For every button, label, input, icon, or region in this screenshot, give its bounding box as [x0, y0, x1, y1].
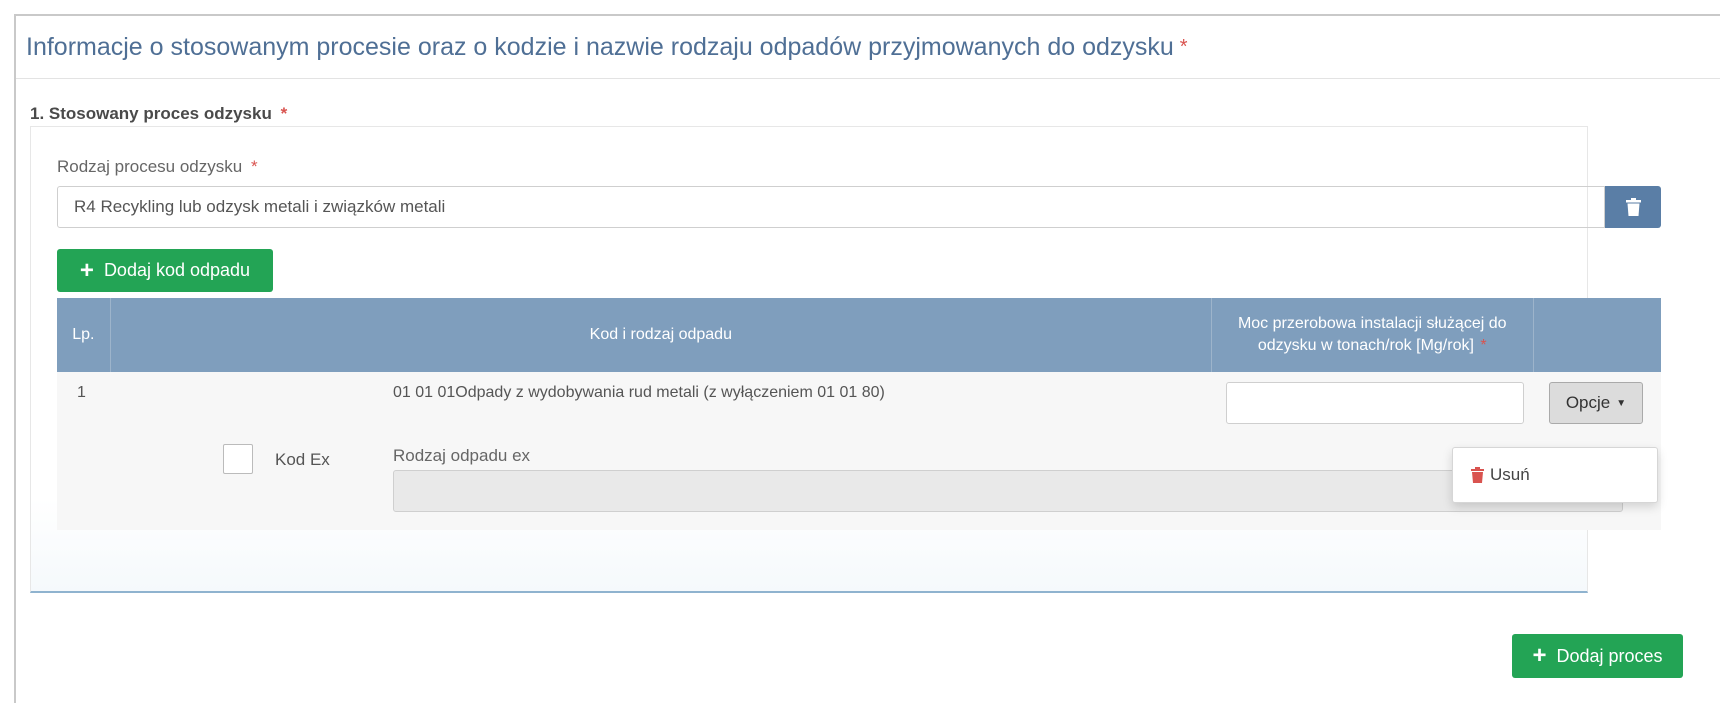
trash-icon	[1471, 467, 1484, 483]
ex-waste-label: Rodzaj odpadu ex	[393, 446, 531, 465]
required-mark: *	[1480, 337, 1487, 354]
trash-icon	[1625, 198, 1641, 216]
header-capacity: Moc przerobowa instalacji służącej do od…	[1211, 298, 1534, 372]
row-lp: 1	[77, 384, 86, 401]
panel-heading: Informacje o stosowanym procesie oraz o …	[16, 16, 1720, 79]
required-mark: *	[250, 157, 258, 176]
delete-process-button[interactable]	[1605, 186, 1661, 228]
capacity-input[interactable]	[1226, 382, 1524, 424]
process-label: Rodzaj procesu odzysku *	[57, 157, 258, 177]
header-code: Kod i rodzaj odpadu	[110, 298, 1212, 372]
header-actions	[1533, 298, 1661, 372]
required-mark: *	[280, 104, 288, 123]
section-title: 1. Stosowany proces odzysku *	[30, 104, 287, 124]
panel-title: Informacje o stosowanym procesie oraz o …	[26, 32, 1174, 61]
process-input[interactable]: R4 Recykling lub odzysk metali i związkó…	[57, 186, 1605, 228]
options-label: Opcje	[1565, 393, 1611, 412]
add-code-button[interactable]: + Dodaj kod odpadu	[57, 249, 273, 292]
add-process-label: Dodaj proces	[1556, 645, 1663, 666]
plus-icon: +	[79, 256, 94, 284]
waste-table: Lp. Kod i rodzaj odpadu Moc przerobowa i…	[57, 298, 1661, 530]
ex-waste-input[interactable]	[393, 470, 1623, 512]
kod-ex-label: Kod Ex	[275, 450, 330, 469]
process-panel: Rodzaj procesu odzysku * R4 Recykling lu…	[30, 126, 1661, 593]
process-value: R4 Recykling lub odzysk metali i związkó…	[74, 197, 446, 216]
section-title-text: 1. Stosowany proces odzysku	[30, 104, 272, 123]
options-dropdown-item-delete[interactable]: Usuń	[1452, 447, 1658, 503]
options-button[interactable]: Opcje ▼	[1549, 382, 1643, 424]
delete-label: Usuń	[1490, 465, 1530, 484]
header-capacity-text: Moc przerobowa instalacji służącej do od…	[1237, 315, 1507, 354]
table-row: 1 01 01 01Odpady z wydobywania rud metal…	[57, 372, 1661, 530]
plus-icon: +	[1532, 642, 1547, 669]
process-label-text: Rodzaj procesu odzysku	[57, 157, 243, 176]
caret-down-icon: ▼	[1616, 397, 1627, 409]
kod-ex-checkbox[interactable]	[223, 444, 253, 474]
header-lp: Lp.	[57, 298, 111, 372]
add-code-label: Dodaj kod odpadu	[103, 260, 251, 280]
required-mark: *	[1179, 35, 1188, 58]
add-process-button[interactable]: + Dodaj proces	[1512, 634, 1683, 678]
row-code: 01 01 01Odpady z wydobywania rud metali …	[393, 384, 885, 401]
